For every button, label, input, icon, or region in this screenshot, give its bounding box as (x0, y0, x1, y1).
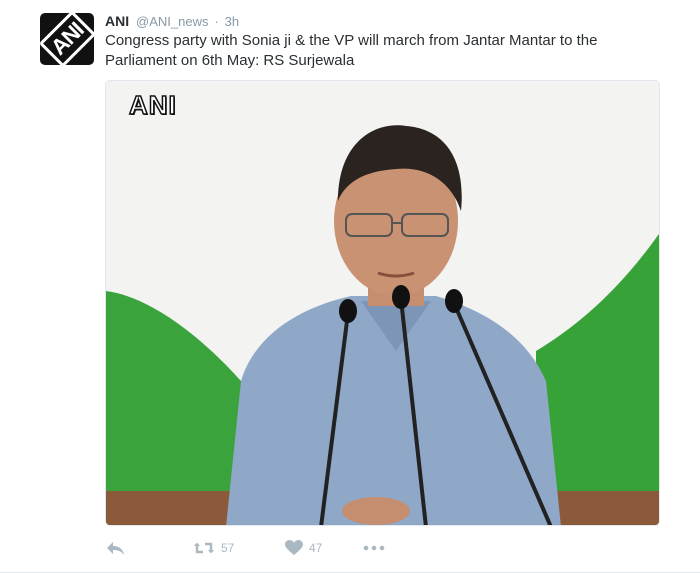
reply-arrow-icon (107, 542, 124, 555)
tweet-header: ANI @ANI_news · 3h (105, 12, 239, 30)
tweet-text: Congress party with Sonia ji & the VP wi… (105, 32, 598, 69)
more-options-button[interactable] (363, 545, 385, 551)
author-avatar[interactable]: ANI (40, 13, 94, 65)
tweet-media-photo[interactable]: ANI (105, 80, 660, 526)
author-display-name[interactable]: ANI (105, 13, 129, 29)
press-conference-photo (106, 81, 659, 525)
retweet-icon (194, 542, 214, 554)
heart-icon (285, 540, 303, 555)
retweet-button[interactable]: 57 (193, 541, 285, 555)
author-handle[interactable]: @ANI_news (136, 14, 208, 29)
mic-left-icon (339, 299, 357, 323)
like-button[interactable]: 47 (285, 540, 363, 556)
reply-button[interactable] (105, 540, 193, 556)
header-separator: · (214, 14, 219, 29)
mic-center-icon (392, 285, 410, 309)
tweet-timestamp[interactable]: 3h (225, 14, 239, 29)
retweet-count: 57 (221, 541, 235, 555)
tweet-actions: 57 47 (105, 536, 385, 560)
like-count: 47 (309, 541, 323, 555)
ellipsis-icon (363, 545, 385, 551)
tweet-card[interactable]: ANI ANI @ANI_news · 3h Congress party wi… (0, 0, 700, 573)
ani-watermark: ANI (128, 89, 177, 121)
mic-right-icon (445, 289, 463, 313)
avatar-logo-text: ANI (40, 13, 94, 65)
